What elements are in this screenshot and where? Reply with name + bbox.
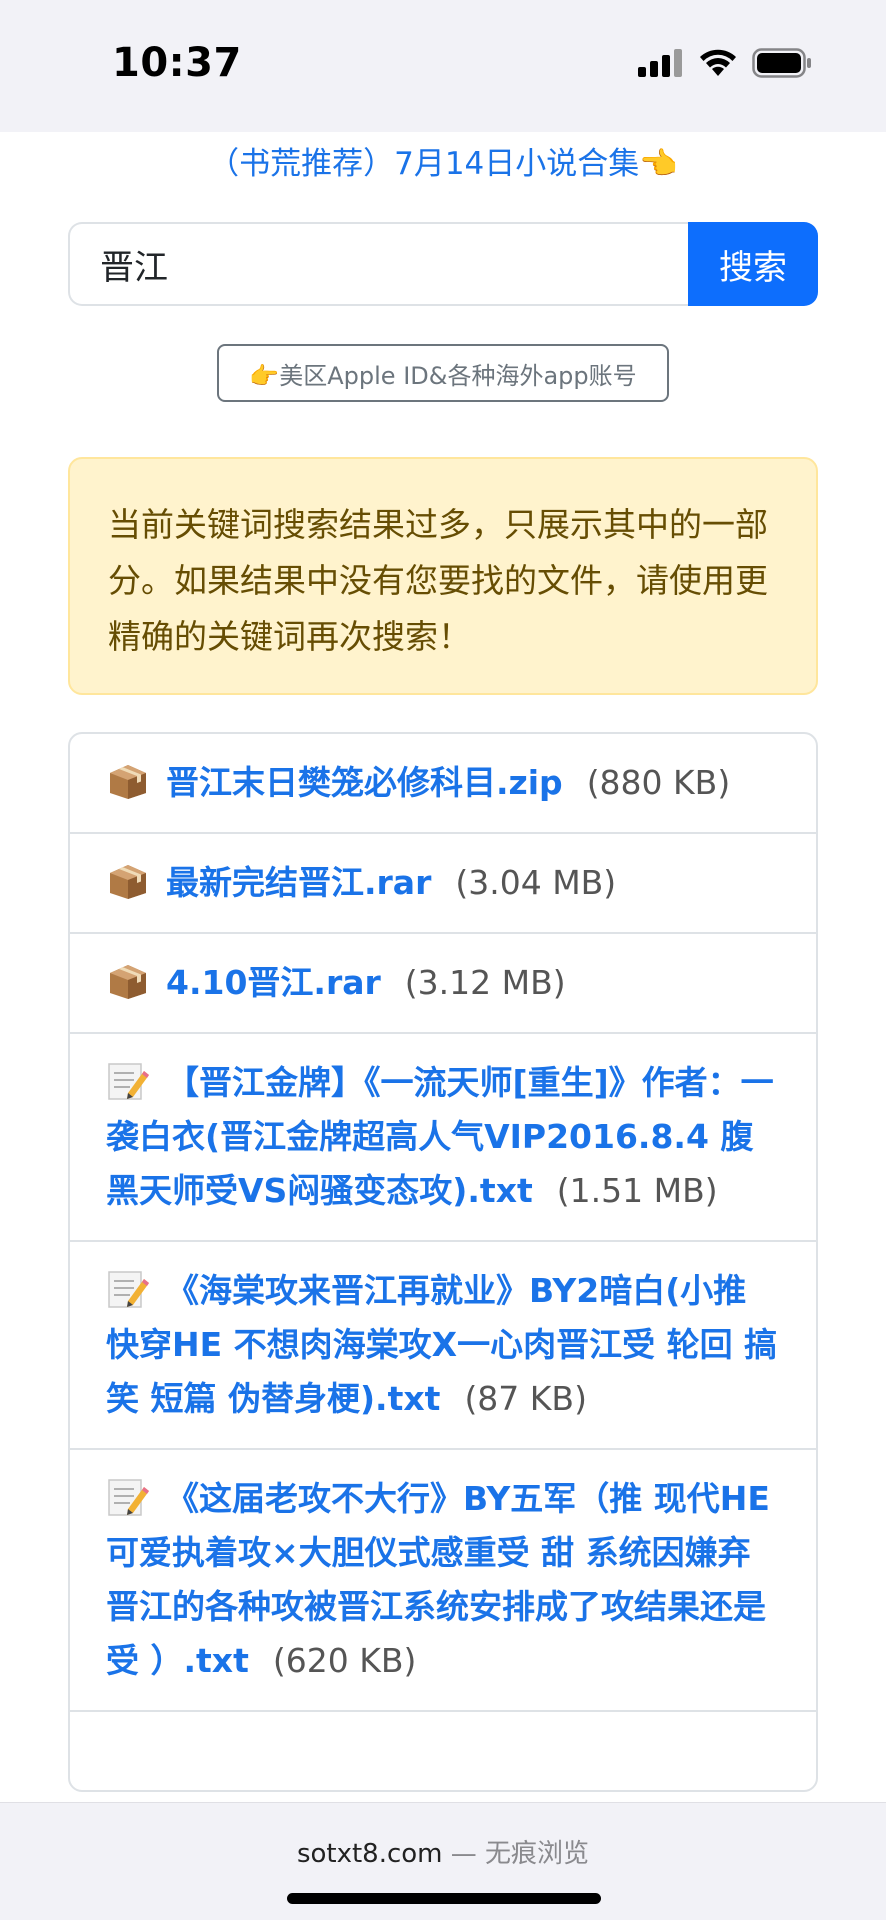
search-form: 搜索 (68, 222, 818, 306)
apple-id-ad-button[interactable]: 👉美区Apple ID&各种海外app账号 (217, 344, 669, 402)
package-icon (110, 865, 146, 899)
status-time: 10:37 (112, 40, 242, 86)
status-bar: 10:37 (0, 0, 886, 132)
url-separator: — (442, 1839, 486, 1869)
file-link[interactable]: 最新完结晋江.rar (166, 863, 431, 902)
search-button[interactable]: 搜索 (688, 222, 818, 306)
private-mode-label: 无痕浏览 (485, 1839, 590, 1869)
home-indicator[interactable] (287, 1893, 601, 1904)
address-bar[interactable]: sotxt8.com — 无痕浏览 (0, 1833, 886, 1870)
status-icons (638, 48, 812, 78)
list-item: 《海棠攻来晋江再就业》BY2暗白(小推 快穿HE 不想肉海棠攻X一心肉晋江受 轮… (70, 1240, 816, 1448)
browser-bottom-bar: sotxt8.com — 无痕浏览 (0, 1802, 886, 1920)
wifi-icon (700, 49, 736, 76)
memo-icon (108, 1063, 149, 1100)
battery-icon (752, 48, 811, 78)
list-item: 最新完结晋江.rar (3.04 MB) (70, 832, 816, 932)
file-size: (1.51 MB) (556, 1171, 718, 1210)
list-item: 晋江末日樊笼必修科目.zip (880 KB) (70, 734, 816, 832)
promo-link[interactable]: （书荒推荐）7月14日小说合集👈 (0, 138, 886, 183)
page-content: （书荒推荐）7月14日小说合集👈 搜索 👉美区Apple ID&各种海外app账… (0, 132, 886, 1802)
memo-icon (108, 1271, 149, 1308)
file-size: (880 KB) (586, 763, 731, 802)
list-item: 4.10晋江.rar (3.12 MB) (70, 932, 816, 1032)
search-input[interactable] (68, 222, 688, 306)
file-size: (3.12 MB) (404, 963, 566, 1002)
file-link[interactable]: 《这届老攻不大行》BY五军（推 现代HE 可爱执着攻×大胆仪式感重受 甜 系统因… (106, 1479, 770, 1680)
list-item: 【晋江金牌】《一流天师[重生]》作者：一袭白衣(晋江金牌超高人气VIP2016.… (70, 1032, 816, 1240)
file-link[interactable]: 4.10晋江.rar (166, 963, 381, 1002)
file-size: (87 KB) (464, 1379, 587, 1418)
warning-alert: 当前关键词搜索结果过多，只展示其中的一部分。如果结果中没有您要找的文件，请使用更… (68, 457, 818, 695)
file-size: (3.04 MB) (455, 863, 617, 902)
cellular-signal-icon (638, 49, 682, 77)
package-icon (110, 965, 146, 999)
list-item: 《这届老攻不大行》BY五军（推 现代HE 可爱执着攻×大胆仪式感重受 甜 系统因… (70, 1448, 816, 1710)
package-icon (110, 765, 146, 799)
file-link[interactable]: 《海棠攻来晋江再就业》BY2暗白(小推 快穿HE 不想肉海棠攻X一心肉晋江受 轮… (106, 1271, 777, 1418)
memo-icon (108, 1479, 149, 1516)
list-item (70, 1710, 816, 1790)
url-domain: sotxt8.com (296, 1839, 443, 1869)
file-size: (620 KB) (272, 1641, 417, 1680)
results-list: 晋江末日樊笼必修科目.zip (880 KB) 最新完结晋江.rar (3.04 M… (68, 732, 818, 1792)
file-link[interactable]: 晋江末日樊笼必修科目.zip (166, 763, 563, 802)
